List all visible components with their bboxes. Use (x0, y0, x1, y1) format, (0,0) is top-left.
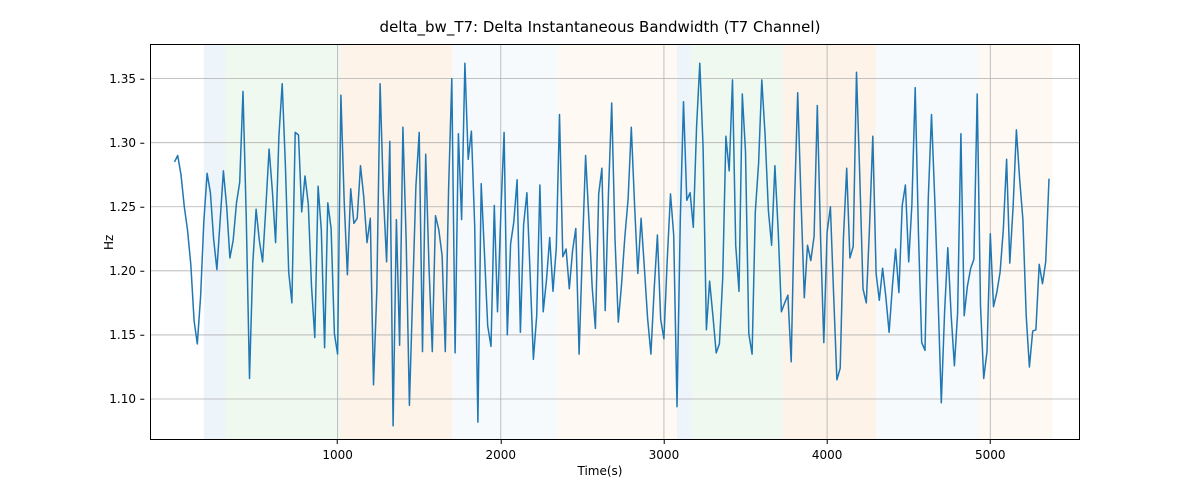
y-tick-label: 1.35 (109, 72, 136, 86)
y-tick-label: 1.20 (109, 264, 136, 278)
y-tick: 1.10 (109, 392, 144, 407)
x-axis-label: Time(s) (0, 464, 1200, 478)
x-tick-label: 4000 (812, 448, 843, 462)
y-tick: 1.35 (109, 71, 144, 86)
x-tick-label: 3000 (649, 448, 680, 462)
y-tick: 1.30 (109, 135, 144, 150)
y-tick: 1.25 (109, 200, 144, 215)
x-tick: 1000 (322, 440, 353, 462)
x-tick-label: 1000 (322, 448, 353, 462)
x-tick: 3000 (649, 440, 680, 462)
y-tick-label: 1.15 (109, 328, 136, 342)
y-axis-label: Hz (102, 235, 116, 250)
y-tick: 1.20 (109, 264, 144, 279)
figure: delta_bw_T7: Delta Instantaneous Bandwid… (0, 0, 1200, 500)
y-tick: 1.15 (109, 328, 144, 343)
x-tick-label: 2000 (486, 448, 517, 462)
y-tick-label: 1.30 (109, 136, 136, 150)
y-tick-label: 1.10 (109, 392, 136, 406)
axes-border (150, 44, 1080, 440)
x-tick-label: 5000 (975, 448, 1006, 462)
plot-area (150, 44, 1080, 440)
chart-title: delta_bw_T7: Delta Instantaneous Bandwid… (0, 18, 1200, 36)
x-tick: 2000 (486, 440, 517, 462)
x-tick: 5000 (975, 440, 1006, 462)
x-tick: 4000 (812, 440, 843, 462)
y-tick-label: 1.25 (109, 200, 136, 214)
